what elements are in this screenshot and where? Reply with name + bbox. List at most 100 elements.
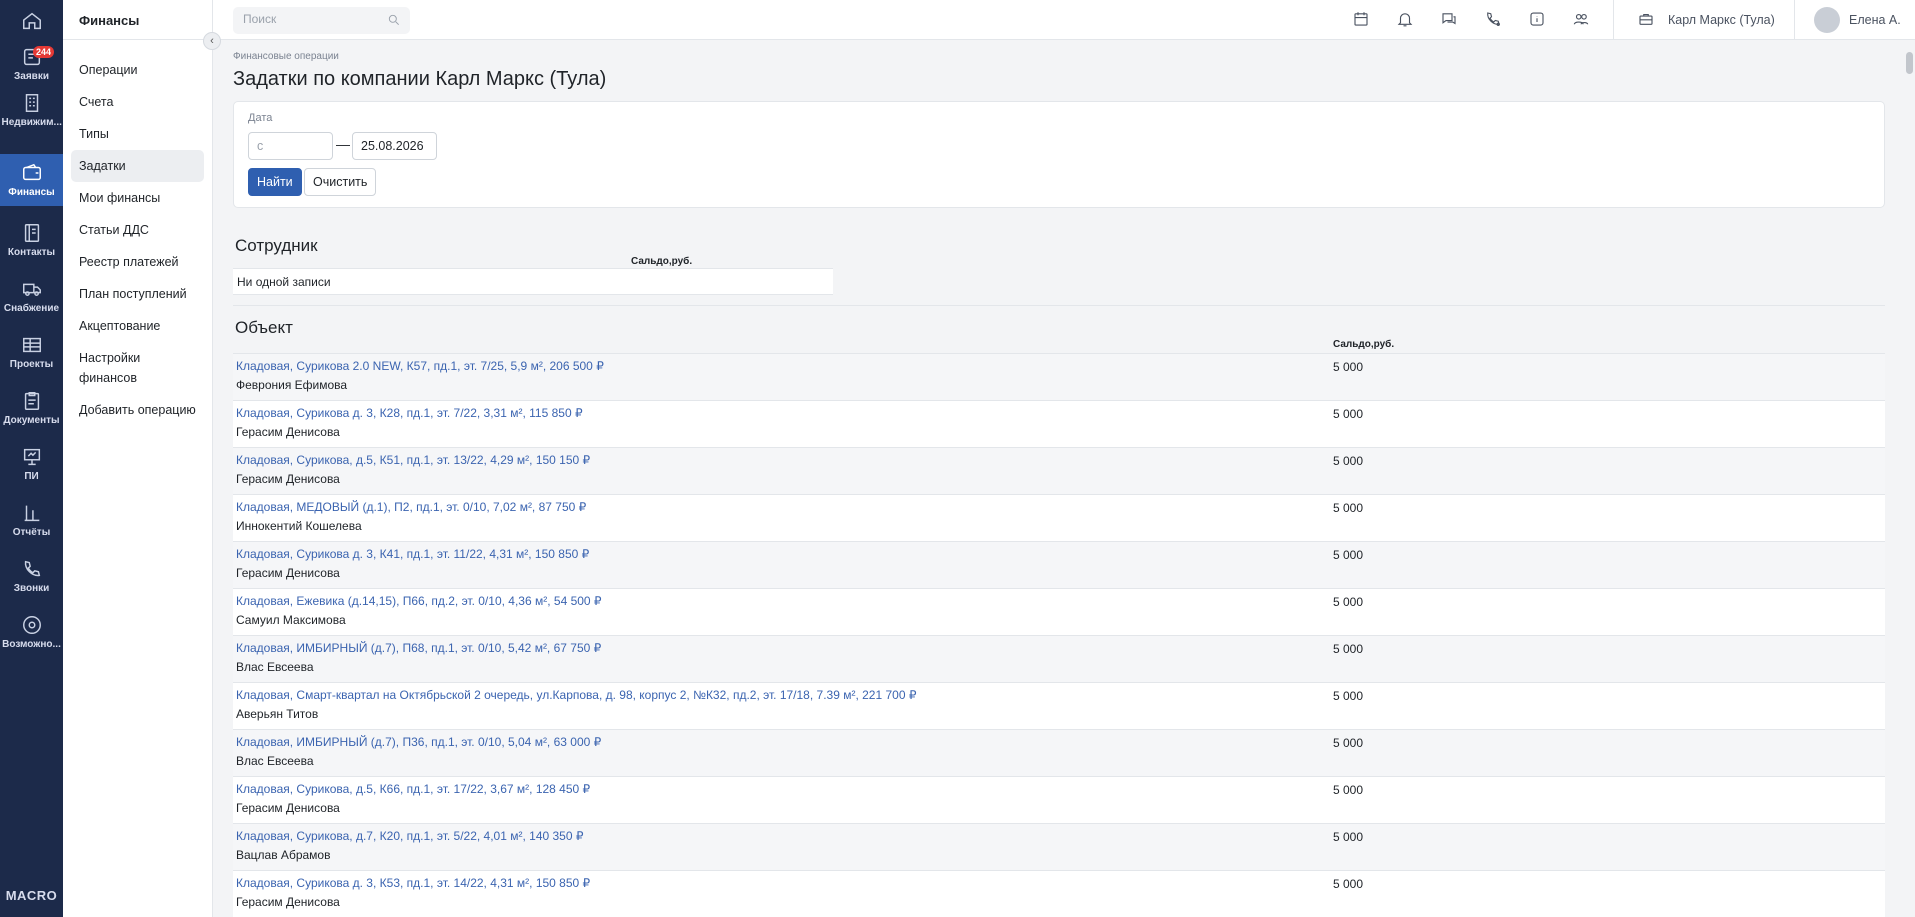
chat-icon[interactable]: [1440, 10, 1460, 30]
sidebar-item-types[interactable]: Типы: [71, 118, 204, 150]
object-link[interactable]: Кладовая, Сурикова д. 3, К41, пд.1, эт. …: [236, 547, 1882, 561]
sidebar-title: Финансы: [63, 0, 212, 40]
rail-item-label: Проекты: [9, 359, 54, 370]
client-name: Иннокентий Кошелева: [236, 519, 362, 533]
object-link[interactable]: Кладовая, Сурикова, д.5, К66, пд.1, эт. …: [236, 782, 1882, 796]
rail-item-label: Возможно...: [2, 639, 61, 650]
client-name: Герасим Денисова: [236, 472, 340, 486]
truck-icon: [22, 283, 41, 296]
bell-icon[interactable]: [1396, 10, 1416, 30]
user-menu[interactable]: Елена А.: [1849, 13, 1901, 27]
clear-button[interactable]: Очистить: [304, 168, 377, 196]
object-balance-header: Сальдо,руб.: [1333, 339, 1395, 350]
documents-icon: [24, 392, 39, 410]
date-from-input[interactable]: с: [248, 132, 333, 160]
find-button[interactable]: Найти: [248, 168, 302, 196]
search-placeholder: Поиск: [243, 12, 277, 26]
date-to-input[interactable]: 25.08.2026: [352, 132, 437, 160]
app-logo: MACRO: [5, 888, 58, 903]
rail-item-supply[interactable]: Снабжение: [0, 270, 63, 322]
wallet-icon: [22, 163, 41, 181]
search-icon: [387, 13, 401, 30]
object-link[interactable]: Кладовая, МЕДОВЫЙ (д.1), П2, пд.1, эт. 0…: [236, 500, 1882, 514]
rail-item-realty[interactable]: Недвижим...: [0, 84, 63, 136]
sidebar-item-acceptance[interactable]: Акцептование: [71, 310, 204, 342]
top-bar: Поиск Карл Маркс (Тула) Елена А.: [213, 0, 1915, 40]
rail-item-contacts[interactable]: Контакты: [0, 214, 63, 266]
date-filter-label: Дата: [248, 112, 273, 124]
client-name: Влас Евсеева: [236, 660, 314, 674]
object-link[interactable]: Кладовая, Сурикова, д.7, К20, пд.1, эт. …: [236, 829, 1882, 843]
rail-item-calls[interactable]: Звонки: [0, 550, 63, 602]
building-icon: [25, 94, 38, 112]
rail-item-reports[interactable]: Отчёты: [0, 494, 63, 546]
sidebar-item-my-finance[interactable]: Мои финансы: [71, 182, 204, 214]
sidebar-item-accounts[interactable]: Счета: [71, 86, 204, 118]
avatar[interactable]: [1814, 7, 1840, 33]
section-divider: [233, 305, 1885, 306]
gear-icon: [22, 616, 41, 634]
balance-value: 5 000: [1333, 595, 1364, 609]
briefcase-icon: [1637, 10, 1657, 30]
vertical-scrollbar[interactable]: [1906, 52, 1913, 74]
client-name: Герасим Денисова: [236, 895, 340, 909]
company-selector[interactable]: Карл Маркс (Тула): [1668, 13, 1775, 27]
sidebar-item-income-plan[interactable]: План поступлений: [71, 278, 204, 310]
search-input[interactable]: Поиск: [233, 7, 410, 34]
rail-item-features[interactable]: Возможно...: [0, 606, 63, 658]
object-link[interactable]: Кладовая, Смарт-квартал на Октябрьской 2…: [236, 688, 1882, 702]
phone-icon: [24, 560, 40, 577]
sidebar-item-add-operation[interactable]: Добавить операцию: [71, 394, 204, 426]
object-table: Кладовая, Сурикова 2.0 NEW, К57, пд.1, э…: [233, 353, 1885, 917]
breadcrumb[interactable]: Финансовые операции: [233, 51, 1903, 62]
sidebar-item-operations[interactable]: Операции: [71, 54, 204, 86]
reports-icon: [24, 505, 39, 522]
object-link[interactable]: Кладовая, ИМБИРНЫЙ (д.7), П36, пд.1, эт.…: [236, 735, 1882, 749]
rail-item-label: Документы: [3, 415, 60, 426]
object-link[interactable]: Кладовая, Сурикова 2.0 NEW, К57, пд.1, э…: [236, 359, 1882, 373]
rail-item-documents[interactable]: Документы: [0, 382, 63, 434]
filter-panel: Дата с — 25.08.2026 Найти Очистить: [233, 101, 1885, 208]
main-nav-rail: 244 Заявки Недвижим... Финансы Контакты …: [0, 0, 63, 917]
rail-item-finance[interactable]: Финансы: [0, 154, 63, 206]
users-icon[interactable]: [1572, 10, 1592, 30]
object-link[interactable]: Кладовая, Сурикова д. 3, К28, пд.1, эт. …: [236, 406, 1882, 420]
sidebar-menu: Операции Счета Типы Задатки Мои финансы …: [63, 40, 212, 426]
main-content: Финансовые операции Задатки по компании …: [213, 41, 1903, 917]
balance-value: 5 000: [1333, 830, 1364, 844]
sidebar-item-deposits[interactable]: Задатки: [71, 150, 204, 182]
balance-value: 5 000: [1333, 360, 1364, 374]
phone-status-icon[interactable]: [1484, 10, 1504, 30]
object-link[interactable]: Кладовая, ИМБИРНЫЙ (д.7), П68, пд.1, эт.…: [236, 641, 1882, 655]
rail-item-projects[interactable]: Проекты: [0, 326, 63, 378]
client-name: Аверьян Титов: [236, 707, 319, 721]
balance-value: 5 000: [1333, 689, 1364, 703]
info-icon[interactable]: [1528, 10, 1548, 30]
finance-sidebar: Финансы Операции Счета Типы Задатки Мои …: [63, 0, 213, 917]
date-range-dash: —: [336, 136, 350, 152]
object-link[interactable]: Кладовая, Сурикова, д.5, К51, пд.1, эт. …: [236, 453, 1882, 467]
rail-item-label: Звонки: [13, 583, 50, 594]
employee-balance-header: Сальдо,руб.: [631, 256, 693, 267]
rail-item-label: Снабжение: [3, 303, 60, 314]
topbar-divider: [1613, 0, 1614, 40]
rail-item-pi[interactable]: ПИ: [0, 438, 63, 490]
contacts-icon: [24, 224, 39, 242]
object-link[interactable]: Кладовая, Сурикова д. 3, К53, пд.1, эт. …: [236, 876, 1882, 890]
object-section-title: Объект: [235, 318, 293, 337]
sidebar-item-finance-settings[interactable]: Настройки финансов: [71, 342, 204, 394]
sidebar-item-cashflow-items[interactable]: Статьи ДДС: [71, 214, 204, 246]
sidebar-item-payment-registry[interactable]: Реестр платежей: [71, 246, 204, 278]
client-name: Вацлав Абрамов: [236, 848, 331, 862]
collapse-sidebar-button[interactable]: ‹: [203, 32, 221, 50]
balance-value: 5 000: [1333, 454, 1364, 468]
table-row: Кладовая, Сурикова д. 3, К28, пд.1, эт. …: [233, 400, 1885, 447]
rail-item-requests[interactable]: 244 Заявки: [0, 38, 63, 90]
rail-item-label: ПИ: [24, 471, 39, 482]
home-icon: [22, 12, 41, 30]
object-link[interactable]: Кладовая, Ежевика (д.14,15), П66, пд.2, …: [236, 594, 1882, 608]
calendar-icon[interactable]: [1352, 10, 1372, 30]
employee-empty-row: Ни одной записи: [233, 268, 833, 295]
table-row: Кладовая, Сурикова, д.7, К20, пд.1, эт. …: [233, 823, 1885, 870]
table-row: Кладовая, МЕДОВЫЙ (д.1), П2, пд.1, эт. 0…: [233, 494, 1885, 541]
